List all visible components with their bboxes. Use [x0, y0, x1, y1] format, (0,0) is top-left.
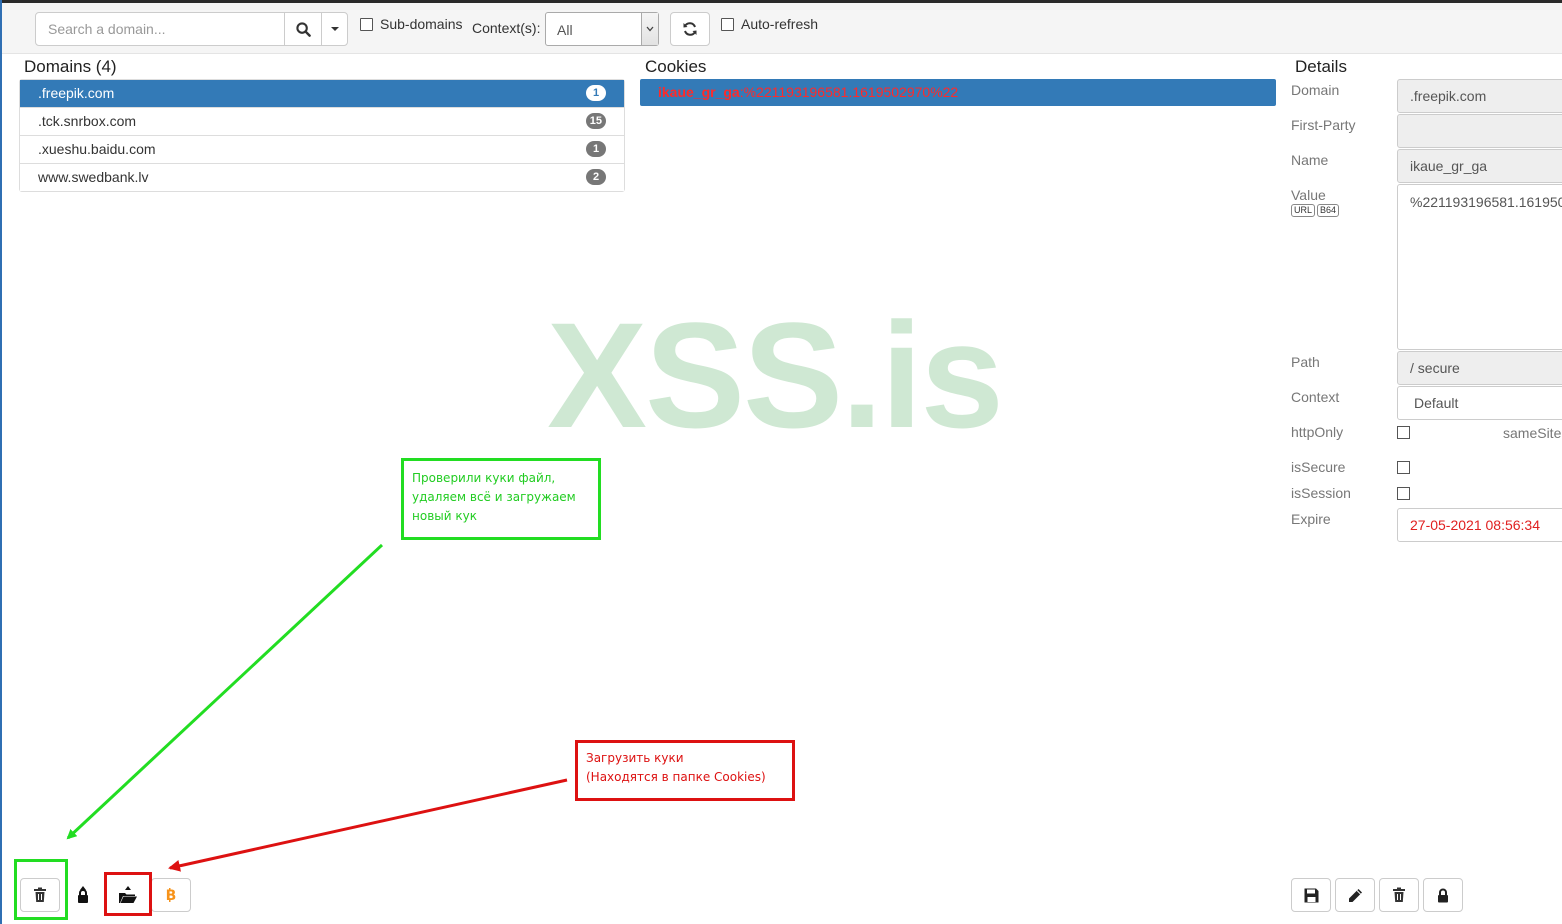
svg-text:B: B	[166, 888, 177, 903]
save-icon	[1304, 888, 1318, 902]
highlight-red-box	[104, 872, 152, 916]
pencil-icon	[1348, 888, 1362, 902]
save-button[interactable]	[1291, 878, 1331, 912]
arrow-red	[168, 778, 568, 872]
protect-cookie-button[interactable]	[1423, 878, 1463, 912]
arrow-green	[66, 543, 384, 840]
annotation-arrows	[66, 543, 568, 872]
lock-icon	[1438, 888, 1448, 902]
protect-button[interactable]	[63, 878, 103, 912]
trash-icon	[1393, 887, 1405, 902]
edit-button[interactable]	[1335, 878, 1375, 912]
bitcoin-button[interactable]: B	[151, 878, 191, 912]
lock-icon	[78, 886, 88, 903]
bitcoin-icon: B	[166, 888, 177, 903]
delete-cookie-button[interactable]	[1379, 878, 1419, 912]
highlight-green-box	[14, 859, 68, 920]
